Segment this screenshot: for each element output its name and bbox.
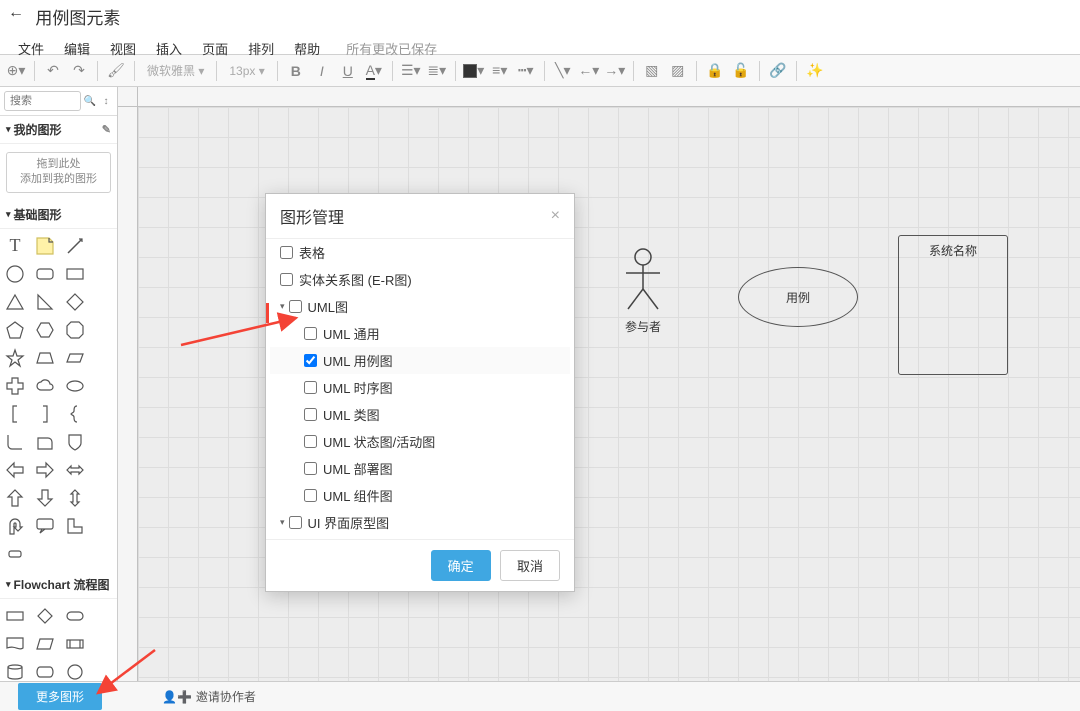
tree-label: UI 界面原型图 (308, 513, 390, 532)
selection-marker (266, 303, 269, 323)
tree-checkbox[interactable] (280, 246, 293, 259)
tree-item[interactable]: 表格 (270, 239, 570, 266)
tree-item[interactable]: UML 组件图 (270, 482, 570, 509)
tree-checkbox[interactable] (304, 462, 317, 475)
dialog-body[interactable]: 表格实体关系图 (E-R图) ▾ UML图 UML 通用 UML 用例图 UML 时序图 U… (266, 239, 574, 539)
tree-item[interactable]: UML 用例图 (270, 347, 570, 374)
tree-label: UML图 (308, 297, 348, 316)
tree-item[interactable]: ▾ UI 界面原型图 (270, 509, 570, 536)
tree-label: UML 类图 (323, 405, 380, 424)
tree-checkbox[interactable] (280, 273, 293, 286)
tree-label: UML 用例图 (323, 351, 393, 370)
tree-item[interactable]: UI 界面元素 (270, 536, 570, 539)
tree-item[interactable]: UML 类图 (270, 401, 570, 428)
tree-label: UML 部署图 (323, 459, 393, 478)
tree-label: UML 状态图/活动图 (323, 432, 435, 451)
dialog-title: 图形管理 (280, 204, 344, 228)
tree-checkbox[interactable] (304, 435, 317, 448)
ok-button[interactable]: 确定 (431, 550, 491, 581)
tree-label: UML 通用 (323, 324, 380, 343)
tree-item[interactable]: ▾ UML图 (270, 293, 570, 320)
tree-item[interactable]: UML 通用 (270, 320, 570, 347)
shapes-manager-dialog: 图形管理 × 表格实体关系图 (E-R图) ▾ UML图 UML 通用 UML 用例图 U… (265, 193, 575, 592)
tree-item[interactable]: UML 部署图 (270, 455, 570, 482)
tree-checkbox[interactable] (304, 354, 317, 367)
dialog-header: 图形管理 × (266, 194, 574, 239)
tree-checkbox[interactable] (289, 300, 302, 313)
tree-item[interactable]: UML 时序图 (270, 374, 570, 401)
tree-label: 实体关系图 (E-R图) (299, 270, 412, 289)
dialog-overlay: 图形管理 × 表格实体关系图 (E-R图) ▾ UML图 UML 通用 UML 用例图 U… (0, 0, 1080, 711)
expand-icon[interactable]: ▾ (280, 517, 285, 528)
tree-item[interactable]: UML 状态图/活动图 (270, 428, 570, 455)
expand-icon[interactable]: ▾ (280, 301, 285, 312)
tree-label: 表格 (299, 243, 325, 262)
dialog-footer: 确定 取消 (266, 539, 574, 591)
tree-checkbox[interactable] (304, 408, 317, 421)
tree-checkbox[interactable] (304, 381, 317, 394)
tree-label: UML 组件图 (323, 486, 393, 505)
tree-item[interactable]: 实体关系图 (E-R图) (270, 266, 570, 293)
close-icon[interactable]: × (551, 207, 560, 225)
tree-label: UML 时序图 (323, 378, 393, 397)
tree-checkbox[interactable] (289, 516, 302, 529)
tree-checkbox[interactable] (304, 327, 317, 340)
tree-checkbox[interactable] (304, 489, 317, 502)
cancel-button[interactable]: 取消 (500, 550, 560, 581)
